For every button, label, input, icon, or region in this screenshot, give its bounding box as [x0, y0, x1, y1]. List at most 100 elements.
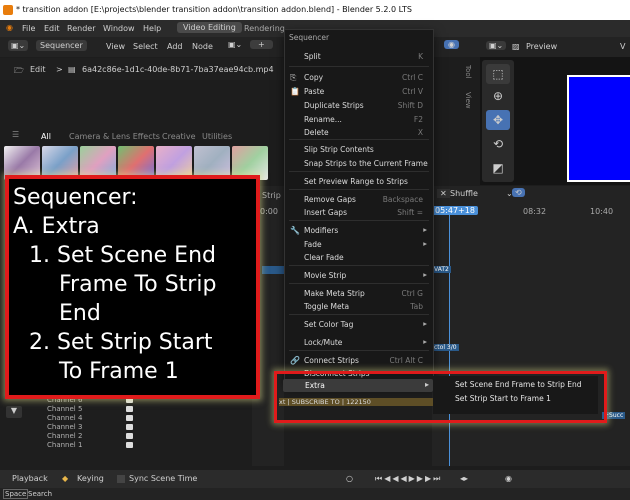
playback-controls-icon[interactable]: ⏮◀◀◀▶▶▶⏭ [375, 474, 442, 484]
strip[interactable] [262, 266, 284, 274]
submenu-item-set-scene-end[interactable]: Set Scene End Frame to Strip End [455, 380, 582, 389]
menu-window[interactable]: Window [103, 24, 135, 33]
move-icon[interactable]: ✥ [486, 110, 510, 130]
menu-item-shortcut: Ctrl C [402, 73, 423, 82]
extra-submenu-highlight: Extra ▸ Set Scene End Frame to Strip End… [274, 371, 607, 423]
blender-menu-icon[interactable]: ◉ [6, 23, 13, 32]
header-menu-node[interactable]: Node [192, 42, 213, 51]
menu-item[interactable]: Slip Strip Contents [285, 143, 433, 156]
cursor-icon[interactable]: ⊕ [486, 86, 510, 106]
menu-separator [289, 189, 429, 190]
preview-mode-dropdown[interactable]: Preview [526, 42, 557, 51]
tab-utilities[interactable]: Utilities [202, 132, 232, 141]
menu-item[interactable]: Toggle Meta Tab [285, 300, 433, 313]
tool-tab[interactable]: Tool [464, 65, 472, 79]
overlay-dropdown-icon[interactable]: ▣⌄ [228, 40, 242, 49]
menu-item[interactable]: Movie Strip ▸ [285, 269, 433, 282]
menu-item[interactable]: Rename... F2 [285, 113, 433, 126]
menu-item-extra-active[interactable]: Extra ▸ [283, 379, 433, 392]
menu-item[interactable]: Set Preview Range to Strips [285, 175, 433, 188]
channel-checkbox[interactable] [126, 442, 133, 448]
strip-fragment[interactable]: VAT2 [432, 266, 451, 273]
menu-item[interactable]: 🔧 Modifiers ▸ [285, 224, 433, 237]
header-menu-view[interactable]: View [106, 42, 125, 51]
menu-item[interactable]: Clear Fade [285, 251, 433, 264]
select-box-icon[interactable]: ⬚ [486, 64, 510, 84]
scale-icon[interactable]: ◩ [486, 158, 510, 178]
file-name[interactable]: 6a42c86e-1d1c-40de-8b71-7ba37eae94cb.mp4 [82, 65, 274, 74]
channel-checkbox[interactable] [126, 433, 133, 439]
menu-edit[interactable]: Edit [44, 24, 60, 33]
menu-item[interactable]: Duplicate Strips Shift D [285, 99, 433, 112]
menu-item-label: Rename... [304, 115, 342, 124]
current-frame-indicator[interactable]: 05:47+18 [432, 206, 478, 215]
menu-render[interactable]: Render [67, 24, 95, 33]
menu-item[interactable]: Split K [285, 50, 433, 63]
view-tab[interactable]: View [464, 92, 472, 109]
menu-item[interactable]: Make Meta Strip Ctrl G [285, 287, 433, 300]
jump-keyframe-icon[interactable]: ◂▸ [460, 474, 468, 483]
filter-tabs: All Camera & Lens Effects Creative Utili… [0, 130, 285, 144]
text-strip[interactable]: xt | SUBSCRIBE TO | 122150 [279, 398, 433, 406]
shuffle-dropdown[interactable]: Shuffle [450, 189, 478, 198]
tab-creative[interactable]: Creative [162, 132, 196, 141]
menu-item-label: Insert Gaps [304, 208, 347, 217]
sync-checkbox[interactable] [117, 475, 125, 483]
timeline-tick: 0:00 [260, 207, 278, 216]
view-dropdown[interactable]: V [620, 42, 625, 51]
channel-checkbox[interactable] [126, 424, 133, 430]
keyframe-icon: ◆ [62, 474, 69, 483]
snap-icon[interactable]: ⟲ [512, 188, 525, 197]
channel-checkbox[interactable] [126, 406, 133, 412]
window-titlebar: * transition addon [E:\projects\blender … [0, 0, 630, 20]
menu-item[interactable]: Insert Gaps Shift = [285, 206, 433, 219]
menu-item-label: Remove Gaps [304, 195, 356, 204]
tab-camera-lens[interactable]: Camera & Lens Effects [69, 132, 160, 141]
menu-separator [289, 139, 429, 140]
timeline-footer: Playback ◆ Keying Sync Scene Time ○ ⏮◀◀◀… [0, 470, 630, 488]
strip-fragment[interactable]: ctol 3/0 [432, 344, 459, 351]
menu-item-label: Toggle Meta [304, 302, 350, 311]
playhead-line[interactable] [449, 214, 450, 466]
menu-item[interactable]: Delete X [285, 126, 433, 139]
playback-dropdown[interactable]: Playback [12, 474, 48, 483]
menu-item[interactable]: ⎘ Copy Ctrl C [285, 71, 433, 84]
menu-item[interactable]: Set Color Tag ▸ [285, 318, 433, 331]
sequencer-mode-dropdown[interactable]: Sequencer [36, 40, 87, 51]
add-button[interactable]: + [250, 40, 273, 49]
annotation-line: 2. Set Strip Start [29, 330, 213, 355]
menu-item-shortcut: Ctrl V [402, 87, 423, 96]
submenu-arrow-icon: ▸ [423, 239, 427, 248]
menu-help[interactable]: Help [143, 24, 161, 33]
submenu-arrow-icon: ▸ [423, 270, 427, 279]
record-icon[interactable]: ○ [346, 474, 353, 483]
menu-item[interactable]: Snap Strips to the Current Frame [285, 157, 433, 170]
view-toggle-icon[interactable]: ◉ [444, 40, 459, 49]
menu-item[interactable]: Remove Gaps Backspace [285, 193, 433, 206]
submenu-item-set-strip-start[interactable]: Set Strip Start to Frame 1 [455, 394, 551, 403]
menu-item-shortcut: Tab [410, 302, 423, 311]
menu-item[interactable]: 📋 Paste Ctrl V [285, 85, 433, 98]
menu-item[interactable]: Fade ▸ [285, 238, 433, 251]
menu-item-label: Modifiers [304, 226, 339, 235]
header-menu-add[interactable]: Add [167, 42, 183, 51]
menu-item[interactable]: Lock/Mute ▸ [285, 336, 433, 349]
chevron-down-icon[interactable]: ▼ [6, 406, 22, 418]
fb-edit-label[interactable]: Edit [30, 65, 46, 74]
close-icon[interactable]: ✕ [437, 189, 450, 198]
auto-key-icon[interactable]: ◉ [505, 474, 512, 483]
menu-item-shortcut: K [418, 52, 423, 61]
workspace-tab-video-editing[interactable]: Video Editing [177, 22, 242, 33]
channel-checkbox[interactable] [126, 415, 133, 421]
editor-type-icon[interactable]: ▣⌄ [8, 40, 29, 51]
rotate-icon[interactable]: ⟲ [486, 134, 510, 154]
menu-item-label: Copy [304, 73, 324, 82]
header-menu-select[interactable]: Select [133, 42, 158, 51]
menu-file[interactable]: File [22, 24, 35, 33]
tab-all[interactable]: All [41, 132, 51, 141]
workspace-tab-rendering[interactable]: Rendering [244, 24, 285, 33]
keying-dropdown[interactable]: Keying [77, 474, 104, 483]
menu-item-label: Set Preview Range to Strips [304, 177, 408, 186]
menu-item[interactable]: 🔗 Connect Strips Ctrl Alt C [285, 354, 433, 367]
editor-type-icon[interactable]: ▣⌄ [486, 41, 507, 50]
